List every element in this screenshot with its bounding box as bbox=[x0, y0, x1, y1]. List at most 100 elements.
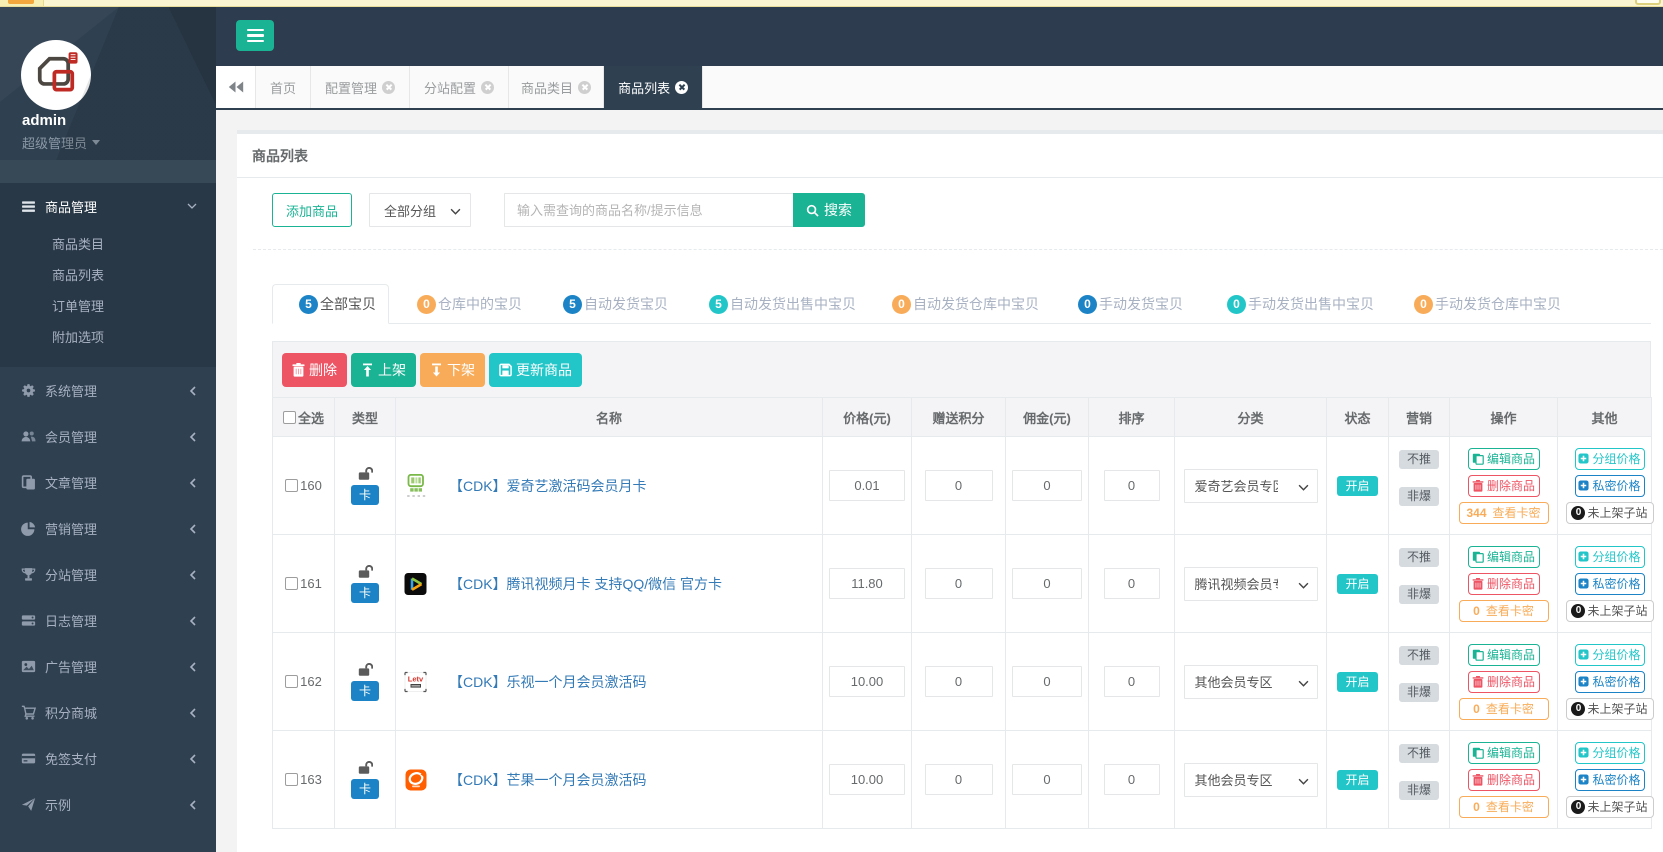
bulk-action-button[interactable]: 删除 bbox=[282, 353, 347, 387]
product-name-link[interactable]: 【CDK】乐视一个月会员激活码 bbox=[449, 672, 647, 692]
sidebar-menu-item[interactable]: 分站管理 bbox=[0, 551, 216, 597]
offline-subsites-button[interactable]: 0 未上架子站 bbox=[1566, 796, 1654, 818]
sort-input[interactable] bbox=[1104, 764, 1160, 795]
sidebar-menu-item[interactable]: 免签支付 bbox=[0, 735, 216, 781]
group-price-button[interactable]: 分组价格 bbox=[1575, 644, 1645, 666]
view-cards-button[interactable]: 0 查看卡密 bbox=[1459, 698, 1549, 720]
points-input[interactable] bbox=[925, 568, 993, 599]
tab-close-icon[interactable] bbox=[675, 81, 688, 94]
offline-subsites-button[interactable]: 0 未上架子站 bbox=[1566, 600, 1654, 622]
nav-tab[interactable]: 商品列表 bbox=[604, 66, 703, 108]
status-tab[interactable]: 0 仓库中的宝贝 bbox=[398, 284, 541, 324]
edit-product-button[interactable]: 编辑商品 bbox=[1468, 644, 1540, 666]
promote-toggle-button[interactable]: 不推 bbox=[1399, 646, 1439, 665]
row-checkbox[interactable] bbox=[285, 773, 298, 786]
group-price-button[interactable]: 分组价格 bbox=[1575, 448, 1645, 470]
product-name-link[interactable]: 【CDK】芒果一个月会员激活码 bbox=[449, 770, 647, 790]
type-badge[interactable]: 卡 bbox=[351, 779, 379, 799]
nav-tab[interactable]: 商品类目 bbox=[509, 66, 604, 108]
group-price-button[interactable]: 分组价格 bbox=[1575, 546, 1645, 568]
edit-product-button[interactable]: 编辑商品 bbox=[1468, 742, 1540, 764]
sidebar-menu-item[interactable]: 营销管理 bbox=[0, 505, 216, 551]
type-badge[interactable]: 卡 bbox=[351, 583, 379, 603]
category-select[interactable]: 爱奇艺会员专区 bbox=[1184, 469, 1318, 503]
edit-product-button[interactable]: 编辑商品 bbox=[1468, 546, 1540, 568]
category-select[interactable]: 腾讯视频会员专区 bbox=[1184, 567, 1318, 601]
nav-tab[interactable]: 分站配置 bbox=[410, 66, 509, 108]
hot-toggle-button[interactable]: 非爆 bbox=[1399, 781, 1439, 800]
status-tab[interactable]: 5 自动发货宝贝 bbox=[544, 284, 687, 324]
view-cards-button[interactable]: 0 查看卡密 bbox=[1459, 600, 1549, 622]
price-input[interactable] bbox=[829, 568, 905, 599]
sidebar-submenu-item[interactable]: 商品列表 bbox=[0, 260, 216, 291]
type-badge[interactable]: 卡 bbox=[351, 681, 379, 701]
status-tab[interactable]: 0 手动发货仓库中宝贝 bbox=[1395, 284, 1580, 324]
tab-close-icon[interactable] bbox=[578, 81, 591, 94]
price-input[interactable] bbox=[829, 666, 905, 697]
commission-input[interactable] bbox=[1012, 666, 1082, 697]
group-price-button[interactable]: 分组价格 bbox=[1575, 742, 1645, 764]
hot-toggle-button[interactable]: 非爆 bbox=[1399, 487, 1439, 506]
points-input[interactable] bbox=[925, 764, 993, 795]
status-tab[interactable]: 0 自动发货仓库中宝贝 bbox=[873, 284, 1058, 324]
sidebar-menu-item[interactable]: 广告管理 bbox=[0, 643, 216, 689]
commission-input[interactable] bbox=[1012, 470, 1082, 501]
search-input[interactable] bbox=[504, 193, 793, 227]
private-price-button[interactable]: 私密价格 bbox=[1575, 769, 1645, 791]
add-product-button[interactable]: 添加商品 bbox=[272, 193, 352, 227]
points-input[interactable] bbox=[925, 470, 993, 501]
type-badge[interactable]: 卡 bbox=[351, 485, 379, 505]
edit-product-button[interactable]: 编辑商品 bbox=[1468, 448, 1540, 470]
sidebar-menu-item[interactable]: 文章管理 bbox=[0, 459, 216, 505]
category-select[interactable]: 其他会员专区 bbox=[1184, 763, 1318, 797]
status-toggle-button[interactable]: 开启 bbox=[1337, 770, 1378, 790]
bulk-action-button[interactable]: 上架 bbox=[351, 353, 416, 387]
price-input[interactable] bbox=[829, 470, 905, 501]
category-select[interactable]: 其他会员专区 bbox=[1184, 665, 1318, 699]
sidebar-toggle-button[interactable] bbox=[236, 20, 274, 51]
view-cards-button[interactable]: 344 查看卡密 bbox=[1459, 502, 1549, 524]
select-all-checkbox[interactable] bbox=[283, 411, 296, 424]
sort-input[interactable] bbox=[1104, 470, 1160, 501]
status-toggle-button[interactable]: 开启 bbox=[1337, 476, 1378, 496]
tabs-scroll-left-button[interactable] bbox=[216, 66, 256, 108]
sort-input[interactable] bbox=[1104, 568, 1160, 599]
avatar[interactable] bbox=[21, 40, 91, 110]
private-price-button[interactable]: 私密价格 bbox=[1575, 475, 1645, 497]
points-input[interactable] bbox=[925, 666, 993, 697]
sidebar-menu-item[interactable]: 会员管理 bbox=[0, 413, 216, 459]
promote-toggle-button[interactable]: 不推 bbox=[1399, 548, 1439, 567]
search-button[interactable]: 搜索 bbox=[793, 193, 865, 227]
status-toggle-button[interactable]: 开启 bbox=[1337, 672, 1378, 692]
commission-input[interactable] bbox=[1012, 764, 1082, 795]
delete-product-button[interactable]: 删除商品 bbox=[1468, 573, 1540, 595]
delete-product-button[interactable]: 删除商品 bbox=[1468, 671, 1540, 693]
hot-toggle-button[interactable]: 非爆 bbox=[1399, 585, 1439, 604]
sidebar-submenu-item[interactable]: 商品类目 bbox=[0, 229, 216, 260]
delete-product-button[interactable]: 删除商品 bbox=[1468, 475, 1540, 497]
offline-subsites-button[interactable]: 0 未上架子站 bbox=[1566, 502, 1654, 524]
sidebar-submenu-item[interactable]: 订单管理 bbox=[0, 291, 216, 322]
bulk-action-button[interactable]: 更新商品 bbox=[489, 353, 582, 387]
product-name-link[interactable]: 【CDK】腾讯视频月卡 支持QQ/微信 官方卡 bbox=[449, 574, 722, 594]
private-price-button[interactable]: 私密价格 bbox=[1575, 573, 1645, 595]
user-role-dropdown[interactable]: 超级管理员 bbox=[22, 133, 100, 152]
sort-input[interactable] bbox=[1104, 666, 1160, 697]
commission-input[interactable] bbox=[1012, 568, 1082, 599]
nav-tab[interactable]: 配置管理 bbox=[311, 66, 410, 108]
view-cards-button[interactable]: 0 查看卡密 bbox=[1459, 796, 1549, 818]
sidebar-menu-item[interactable]: 商品管理 bbox=[0, 183, 216, 229]
bulk-action-button[interactable]: 下架 bbox=[420, 353, 485, 387]
sidebar-menu-item[interactable]: 日志管理 bbox=[0, 597, 216, 643]
private-price-button[interactable]: 私密价格 bbox=[1575, 671, 1645, 693]
status-tab[interactable]: 5 自动发货出售中宝贝 bbox=[690, 284, 875, 324]
sidebar-menu-item[interactable]: 积分商城 bbox=[0, 689, 216, 735]
tab-close-icon[interactable] bbox=[382, 81, 395, 94]
sidebar-menu-item[interactable]: 示例 bbox=[0, 781, 216, 827]
offline-subsites-button[interactable]: 0 未上架子站 bbox=[1566, 698, 1654, 720]
status-tab[interactable]: 5 全部宝贝 bbox=[272, 284, 389, 324]
row-checkbox[interactable] bbox=[285, 479, 298, 492]
group-filter-select[interactable]: 全部分组 bbox=[369, 193, 471, 227]
price-input[interactable] bbox=[829, 764, 905, 795]
delete-product-button[interactable]: 删除商品 bbox=[1468, 769, 1540, 791]
